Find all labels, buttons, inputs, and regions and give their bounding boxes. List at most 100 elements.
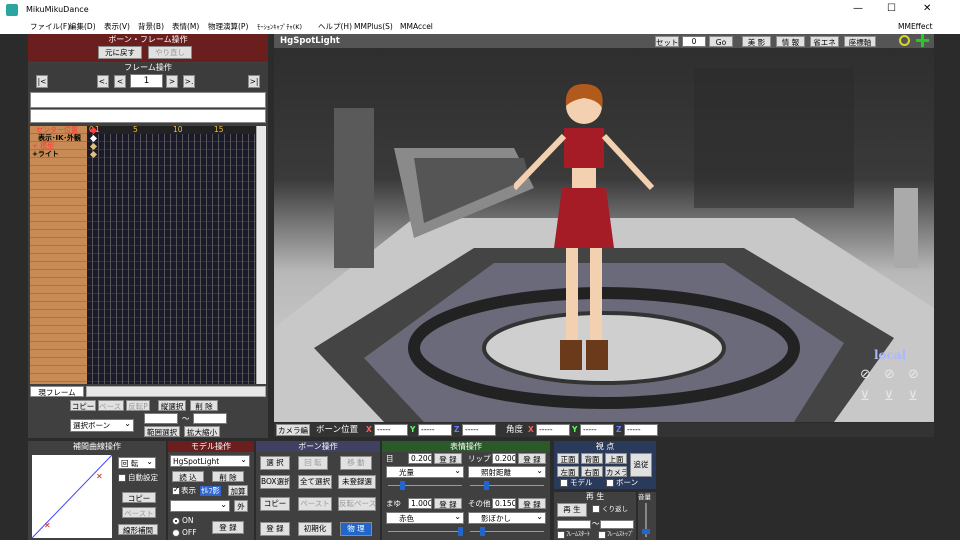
prev-frame-button[interactable]: <	[114, 75, 126, 88]
menu-physics[interactable]: 物理演算(P)	[208, 22, 248, 32]
model-load-button[interactable]: 読 込	[172, 471, 204, 482]
lip-register-button[interactable]: 登 録	[518, 453, 546, 464]
outside-parent-button[interactable]: 外	[234, 500, 248, 512]
info-button[interactable]: 情 報	[776, 36, 805, 47]
other-value[interactable]: 0.150	[492, 498, 516, 509]
brow-value[interactable]: 1.000	[408, 498, 432, 509]
bone-move-button[interactable]: 移 動	[340, 456, 372, 470]
menu-help[interactable]: ヘルプ(H)	[318, 22, 352, 32]
viewport-3d[interactable]: local ⊘ ⊘ ⊘ ⊻ ⊻ ⊻	[274, 48, 934, 422]
timeline-hscroll[interactable]	[86, 386, 266, 397]
menu-file[interactable]: ファイル(F)	[30, 22, 70, 32]
view-front-button[interactable]: 正面	[557, 453, 579, 464]
undo-button[interactable]: 元に戻す	[98, 46, 142, 59]
menu-facial[interactable]: 表情(M)	[172, 22, 199, 32]
zoom-icon[interactable]	[899, 35, 910, 46]
lip-slider[interactable]	[470, 481, 544, 491]
prev-key-button[interactable]: <.	[97, 75, 109, 88]
eco-button[interactable]: 省エネ	[810, 36, 839, 47]
timeline-row-center[interactable]: センター位置	[36, 126, 78, 134]
interp-copy-button[interactable]: コピー	[122, 492, 156, 503]
view-top-button[interactable]: 上面	[605, 453, 627, 464]
bone-paste-button[interactable]: ペースト	[298, 497, 332, 511]
model-delete-button[interactable]: 削 除	[212, 471, 244, 482]
pos-x-input[interactable]: -----	[374, 424, 408, 436]
eye-slider[interactable]	[388, 481, 462, 491]
brow-register-button[interactable]: 登 録	[434, 498, 462, 509]
select-bone-dropdown[interactable]: 選択ボーン	[70, 419, 134, 432]
eye-value[interactable]: 0.200	[408, 453, 432, 464]
menu-mmplus[interactable]: MMPlus(S)	[354, 22, 393, 32]
track-model-checkbox[interactable]	[560, 479, 568, 487]
track-bone-checkbox[interactable]	[606, 479, 614, 487]
ang-x-input[interactable]: -----	[536, 424, 570, 436]
track-button[interactable]: 追従	[630, 453, 652, 477]
current-frame-button[interactable]: 現フレーム	[30, 386, 84, 397]
frame-number-input[interactable]: 1	[130, 74, 163, 88]
menu-view[interactable]: 表示(V)	[104, 22, 130, 32]
other-morph-dropdown[interactable]: 影ぼかし	[468, 512, 546, 524]
first-frame-button[interactable]: |<	[36, 75, 48, 88]
paste-frame-button[interactable]: ペースト	[98, 400, 124, 411]
pos-z-input[interactable]: -----	[462, 424, 496, 436]
eye-register-button[interactable]: 登 録	[434, 453, 462, 464]
move-z-icon[interactable]: ⊻	[908, 390, 918, 403]
show-checkbox[interactable]	[172, 485, 180, 495]
other-register-button[interactable]: 登 録	[518, 498, 546, 509]
range-select-button[interactable]: 範囲選択	[144, 426, 180, 437]
character-model[interactable]	[514, 78, 654, 408]
add-model-icon[interactable]	[916, 34, 929, 47]
play-button[interactable]: 再 生	[557, 503, 587, 517]
maximize-button[interactable]: ☐	[887, 4, 896, 14]
physics-button[interactable]: 物 理	[340, 522, 372, 536]
self-shadow-label[interactable]: ｾﾙﾌ影	[200, 486, 221, 496]
rotate-x-icon[interactable]: ⊘	[860, 368, 871, 381]
menu-edit[interactable]: 編集(D)	[69, 22, 96, 32]
menu-mmeffect[interactable]: MMEffect	[898, 22, 933, 32]
unregistered-select-button[interactable]: 未登録選	[338, 475, 376, 489]
off-radio[interactable]	[172, 529, 180, 537]
redo-button[interactable]: やり直し	[148, 46, 192, 59]
camera-edit-button[interactable]: カメラ編	[276, 424, 310, 436]
view-left-button[interactable]: 左面	[557, 466, 579, 477]
frame-start-checkbox[interactable]	[557, 531, 565, 539]
frame-start-input[interactable]	[557, 520, 591, 529]
lip-value[interactable]: 0.200	[492, 453, 516, 464]
bone-reverse-paste-button[interactable]: 反転ペースト	[338, 497, 376, 511]
outside-parent-dropdown[interactable]	[170, 500, 230, 512]
scale-button[interactable]: 拡大縮小	[184, 426, 220, 437]
axis-button[interactable]: 座標軸	[844, 36, 876, 47]
bone-select-button[interactable]: 選 択	[260, 456, 290, 470]
box-select-button[interactable]: BOX選択	[260, 475, 290, 489]
menu-motion-capture[interactable]: ﾓｰｼｮﾝｷｬﾌﾟﾁｬ(K)	[257, 22, 302, 32]
view-right-button[interactable]: 右面	[581, 466, 603, 477]
bone-register-button[interactable]: 登 録	[260, 522, 290, 536]
delete-frame-button[interactable]: 削 除	[190, 400, 218, 411]
menu-background[interactable]: 背景(B)	[138, 22, 164, 32]
next-key-button[interactable]: >.	[183, 75, 195, 88]
set-button[interactable]: セット	[655, 36, 679, 47]
timeline-row-model[interactable]: + 模型	[32, 142, 54, 150]
move-x-icon[interactable]: ⊻	[860, 390, 870, 403]
range-end-input[interactable]	[193, 413, 227, 424]
frame-stop-checkbox[interactable]	[598, 531, 606, 539]
bone-copy-button[interactable]: コピー	[260, 497, 290, 511]
ang-z-input[interactable]: -----	[624, 424, 658, 436]
reverse-paste-button[interactable]: 反転P	[126, 400, 150, 411]
range-start-input[interactable]	[144, 413, 178, 424]
move-y-icon[interactable]: ⊻	[884, 390, 894, 403]
copy-frame-button[interactable]: コピー	[70, 400, 96, 411]
interp-type-dropdown[interactable]: 回 転	[118, 457, 156, 469]
shadow-button[interactable]: 美 影	[742, 36, 771, 47]
model-register-button[interactable]: 登 録	[212, 521, 244, 534]
vertical-select-button[interactable]: 縦選択	[158, 400, 186, 411]
volume-slider[interactable]	[642, 503, 650, 537]
eye-morph-dropdown[interactable]: 光量	[386, 466, 464, 478]
other-slider[interactable]	[470, 527, 544, 537]
timeline[interactable]: 0 1 5 10 15 センター位置 表示･IK･外観 + 模型 +ライト	[30, 125, 266, 384]
view-back-button[interactable]: 背面	[581, 453, 603, 464]
repeat-checkbox[interactable]	[592, 505, 600, 513]
rotate-z-icon[interactable]: ⊘	[908, 368, 919, 381]
timeline-scrollbar[interactable]	[256, 126, 266, 384]
all-select-button[interactable]: 全て選択	[298, 475, 332, 489]
